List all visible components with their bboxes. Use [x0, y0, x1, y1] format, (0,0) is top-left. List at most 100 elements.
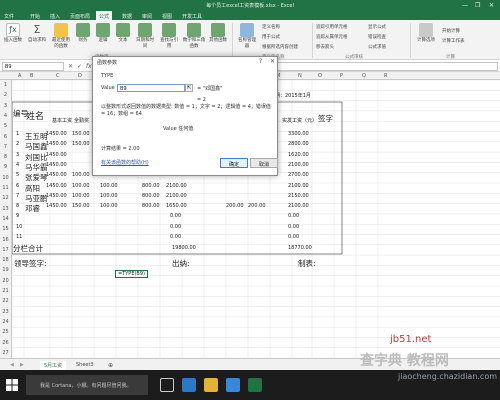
row-header[interactable]: 4: [0, 113, 11, 119]
column-header[interactable]: N: [298, 73, 302, 79]
cortana-search-box[interactable]: 我是 Cortana，小娜。有问题尽管问我。: [26, 375, 148, 395]
fx-icon[interactable]: fx: [86, 63, 92, 70]
create-from-selection-button[interactable]: 根据所选内容创建: [262, 44, 298, 50]
tab-formulas[interactable]: 公式: [96, 11, 113, 20]
row-header[interactable]: 17: [0, 247, 11, 253]
use-in-formula-button[interactable]: 用于公式: [262, 34, 280, 40]
autosum-button[interactable]: Σ 自动求和: [26, 23, 48, 44]
help-link[interactable]: 有关该函数的帮助(H): [101, 159, 149, 166]
row-header[interactable]: 1: [0, 82, 11, 88]
row-header[interactable]: 11: [0, 185, 11, 191]
add-sheet-icon[interactable]: ⊕: [104, 361, 117, 370]
window-title: 每个员工excel工资表模板.xlsx - Excel: [206, 3, 294, 9]
edge-icon[interactable]: [182, 378, 196, 392]
tab-view[interactable]: 视图: [162, 13, 172, 20]
task-view-icon[interactable]: [160, 378, 174, 392]
column-header[interactable]: Q: [362, 73, 366, 79]
define-name-button[interactable]: 定义名称: [262, 24, 280, 30]
row-header[interactable]: 8: [0, 154, 11, 160]
column-header[interactable]: P: [340, 73, 343, 79]
show-formulas-button[interactable]: 显示公式: [368, 24, 386, 30]
row-header[interactable]: 27: [0, 350, 11, 356]
column-header[interactable]: R: [384, 73, 387, 79]
trace-dependents-button[interactable]: 追踪从属单元格: [316, 34, 348, 40]
excel-icon[interactable]: [248, 378, 262, 392]
active-formula-cell[interactable]: =TYPE(B9): [115, 270, 148, 278]
close-icon[interactable]: ✕: [270, 58, 275, 65]
file-explorer-icon[interactable]: [204, 378, 218, 392]
trace-precedents-button[interactable]: 追踪引用单元格: [316, 24, 348, 30]
employee-base-salary: 1450.00: [46, 161, 67, 168]
row-header[interactable]: 16: [0, 237, 11, 243]
math-trig-button[interactable]: 数学和三角函数: [182, 23, 206, 50]
more-functions-button[interactable]: 其他函数: [208, 23, 228, 44]
row-header[interactable]: 10: [0, 175, 11, 181]
row-header[interactable]: 14: [0, 216, 11, 222]
column-header[interactable]: D: [78, 73, 82, 79]
close-button[interactable]: ✕: [489, 2, 494, 9]
calculate-sheet-button[interactable]: 计算工作表: [442, 38, 465, 44]
error-checking-button[interactable]: 错误检查: [368, 34, 386, 40]
store-icon[interactable]: [226, 378, 240, 392]
row-header[interactable]: 12: [0, 195, 11, 201]
tab-developer[interactable]: 开发工具: [182, 13, 202, 20]
lookup-button[interactable]: 查找与引用: [158, 23, 180, 50]
tab-page-layout[interactable]: 页面布局: [70, 13, 90, 20]
cancel-button[interactable]: 取消: [250, 158, 278, 168]
row-header[interactable]: 23: [0, 309, 11, 315]
calc-options-button[interactable]: 计算选项: [414, 23, 438, 44]
tab-file[interactable]: 文件: [4, 13, 14, 20]
ok-button[interactable]: 确定: [220, 158, 248, 168]
function-name: TYPE: [101, 73, 114, 79]
row-header[interactable]: 6: [0, 134, 11, 140]
help-icon[interactable]: ?: [259, 58, 262, 65]
tab-insert[interactable]: 插入: [50, 13, 60, 20]
row-header[interactable]: 3: [0, 103, 11, 109]
calculate-now-button[interactable]: 开始计算: [442, 28, 460, 34]
minimize-button[interactable]: —: [462, 2, 468, 9]
evaluate-formula-button[interactable]: 公式求值: [368, 44, 386, 50]
remove-arrows-button[interactable]: 移去箭头: [316, 44, 334, 50]
recent-functions-button[interactable]: 最近使用的函数: [50, 23, 72, 50]
date-time-button[interactable]: 日期和时间: [134, 23, 156, 50]
tab-data[interactable]: 数据: [122, 13, 132, 20]
row-header[interactable]: 9: [0, 164, 11, 170]
name-manager-button[interactable]: 名称管理器: [236, 23, 258, 50]
value-input[interactable]: B9: [117, 84, 185, 92]
text-button[interactable]: 文本: [114, 23, 132, 44]
subtotal-actual: 18770.00: [288, 245, 312, 251]
row-header[interactable]: 2: [0, 92, 11, 98]
cancel-icon[interactable]: ✕: [68, 63, 73, 70]
watermark-site: jb51.net: [390, 334, 432, 345]
name-box[interactable]: B9: [2, 62, 64, 71]
row-header[interactable]: 20: [0, 278, 11, 284]
logical-label: 逻辑: [98, 38, 108, 43]
sheet-tab-sheet3[interactable]: Sheet3: [72, 361, 98, 369]
row-header[interactable]: 26: [0, 340, 11, 346]
row-header[interactable]: 7: [0, 144, 11, 150]
row-header[interactable]: 22: [0, 298, 11, 304]
column-header[interactable]: O: [318, 73, 322, 79]
row-header[interactable]: 5: [0, 123, 11, 129]
row-header[interactable]: 24: [0, 319, 11, 325]
row-header[interactable]: 19: [0, 267, 11, 273]
insert-function-button[interactable]: ƒx 插入函数: [2, 23, 24, 44]
financial-button[interactable]: 财务: [74, 23, 92, 44]
enter-icon[interactable]: ✓: [77, 63, 82, 70]
row-header[interactable]: 25: [0, 329, 11, 335]
row-header[interactable]: 13: [0, 206, 11, 212]
column-header[interactable]: C: [56, 73, 60, 79]
row-header[interactable]: 18: [0, 257, 11, 263]
column-header[interactable]: A: [18, 73, 21, 79]
search-icon: [162, 23, 176, 37]
windows-start-icon[interactable]: [6, 379, 18, 391]
restore-button[interactable]: ❐: [475, 2, 480, 9]
column-header[interactable]: B: [30, 73, 33, 79]
tab-review[interactable]: 审阅: [142, 13, 152, 20]
scroll-right-icon[interactable]: ▶: [16, 361, 28, 369]
row-header[interactable]: 15: [0, 226, 11, 232]
tab-home[interactable]: 开始: [30, 13, 40, 20]
collapse-dialog-button[interactable]: ⇱: [185, 84, 193, 92]
row-header[interactable]: 21: [0, 288, 11, 294]
logical-button[interactable]: 逻辑: [94, 23, 112, 44]
